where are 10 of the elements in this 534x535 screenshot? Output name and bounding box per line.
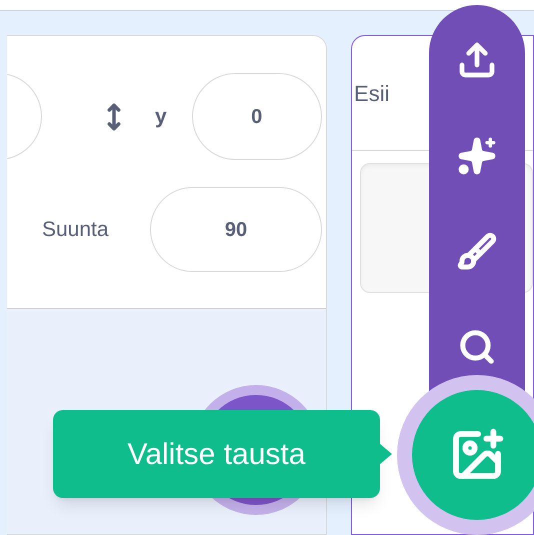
search-icon[interactable] xyxy=(458,328,496,366)
tooltip-text: Valitse tausta xyxy=(128,436,306,472)
y-label: y xyxy=(155,104,167,130)
direction-field[interactable]: 90 xyxy=(150,187,322,272)
sparkles-icon[interactable] xyxy=(457,136,497,176)
stage-title: Esii xyxy=(354,80,390,108)
y-field[interactable]: 0 xyxy=(192,73,322,160)
upload-icon[interactable] xyxy=(457,40,497,80)
brush-icon[interactable] xyxy=(457,232,497,272)
direction-label: Suunta xyxy=(42,216,110,243)
